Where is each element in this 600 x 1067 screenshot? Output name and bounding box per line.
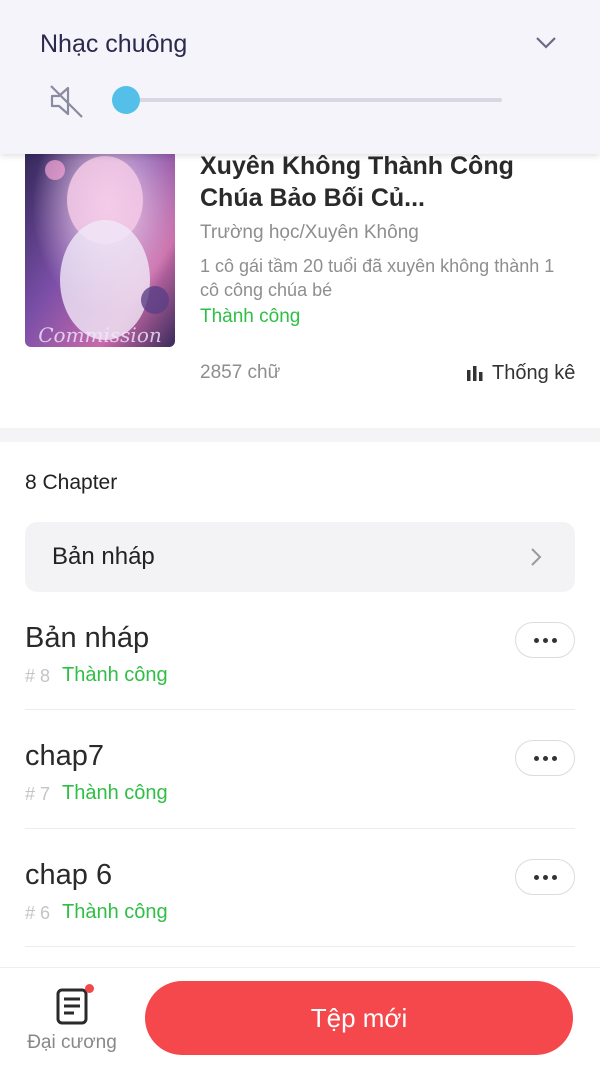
- chapter-status: Thành công: [62, 664, 168, 686]
- volume-title: Nhạc chuông: [40, 30, 188, 58]
- stats-button[interactable]: Thống kê: [466, 360, 575, 386]
- chapter-title: chap 6: [25, 859, 113, 891]
- document-icon: [56, 988, 88, 1025]
- chapter-number: # 8: [25, 666, 51, 686]
- more-options-button[interactable]: [515, 859, 575, 895]
- more-dots-icon: [533, 637, 539, 643]
- list-divider: [25, 946, 575, 947]
- chapter-item[interactable]: Bản nháp # 8 Thành công: [25, 622, 575, 740]
- book-status: Thành công: [200, 306, 301, 327]
- draft-bar-label: Bản nháp: [52, 543, 155, 570]
- chapter-item[interactable]: chap7 # 7 Thành công: [25, 740, 575, 858]
- volume-slider-thumb[interactable]: [112, 86, 140, 114]
- chapter-title: Bản nháp: [25, 622, 150, 654]
- chapter-status: Thành công: [62, 901, 168, 923]
- cover-illustration: Commission: [25, 130, 175, 347]
- chapter-item[interactable]: chap 6 # 6 Thành công: [25, 859, 575, 977]
- list-divider: [25, 709, 575, 710]
- outline-tab[interactable]: Đại cương: [22, 984, 122, 1054]
- volume-panel: Nhạc chuông: [0, 0, 600, 154]
- volume-slider-track[interactable]: [126, 98, 502, 102]
- chapter-number: # 7: [25, 784, 51, 804]
- list-divider: [25, 828, 575, 829]
- chapter-number: # 6: [25, 903, 51, 923]
- section-divider: [0, 428, 600, 442]
- chevron-down-icon[interactable]: [532, 30, 560, 54]
- notification-dot: [85, 984, 94, 993]
- new-file-button[interactable]: Tệp mới: [145, 981, 573, 1055]
- book-genre: Trường học/Xuyên Không: [200, 222, 419, 243]
- more-options-button[interactable]: [515, 622, 575, 658]
- mute-icon[interactable]: [46, 81, 86, 121]
- chevron-right-icon: [531, 548, 542, 566]
- draft-bar[interactable]: Bản nháp: [25, 522, 575, 592]
- book-cover-image[interactable]: Commission: [25, 130, 175, 347]
- more-dots-icon: [533, 874, 539, 880]
- stats-label: Thống kê: [492, 361, 576, 384]
- chapter-status: Thành công: [62, 782, 168, 804]
- book-description: 1 cô gái tầm 20 tuổi đã xuyên không thàn…: [200, 256, 555, 300]
- book-title: Xuyên Không Thành Công Chúa Bảo Bối Củ..…: [200, 152, 514, 212]
- bottom-bar: Đại cương Tệp mới: [0, 967, 600, 1067]
- more-options-button[interactable]: [515, 740, 575, 776]
- word-count: 2857 chữ: [200, 362, 281, 383]
- chapter-title: chap7: [25, 740, 105, 772]
- outline-label: Đại cương: [27, 1032, 117, 1053]
- bar-chart-icon: [467, 366, 483, 381]
- chapter-count: 8 Chapter: [25, 471, 118, 494]
- cover-watermark: Commission: [38, 323, 162, 347]
- more-dots-icon: [533, 755, 539, 761]
